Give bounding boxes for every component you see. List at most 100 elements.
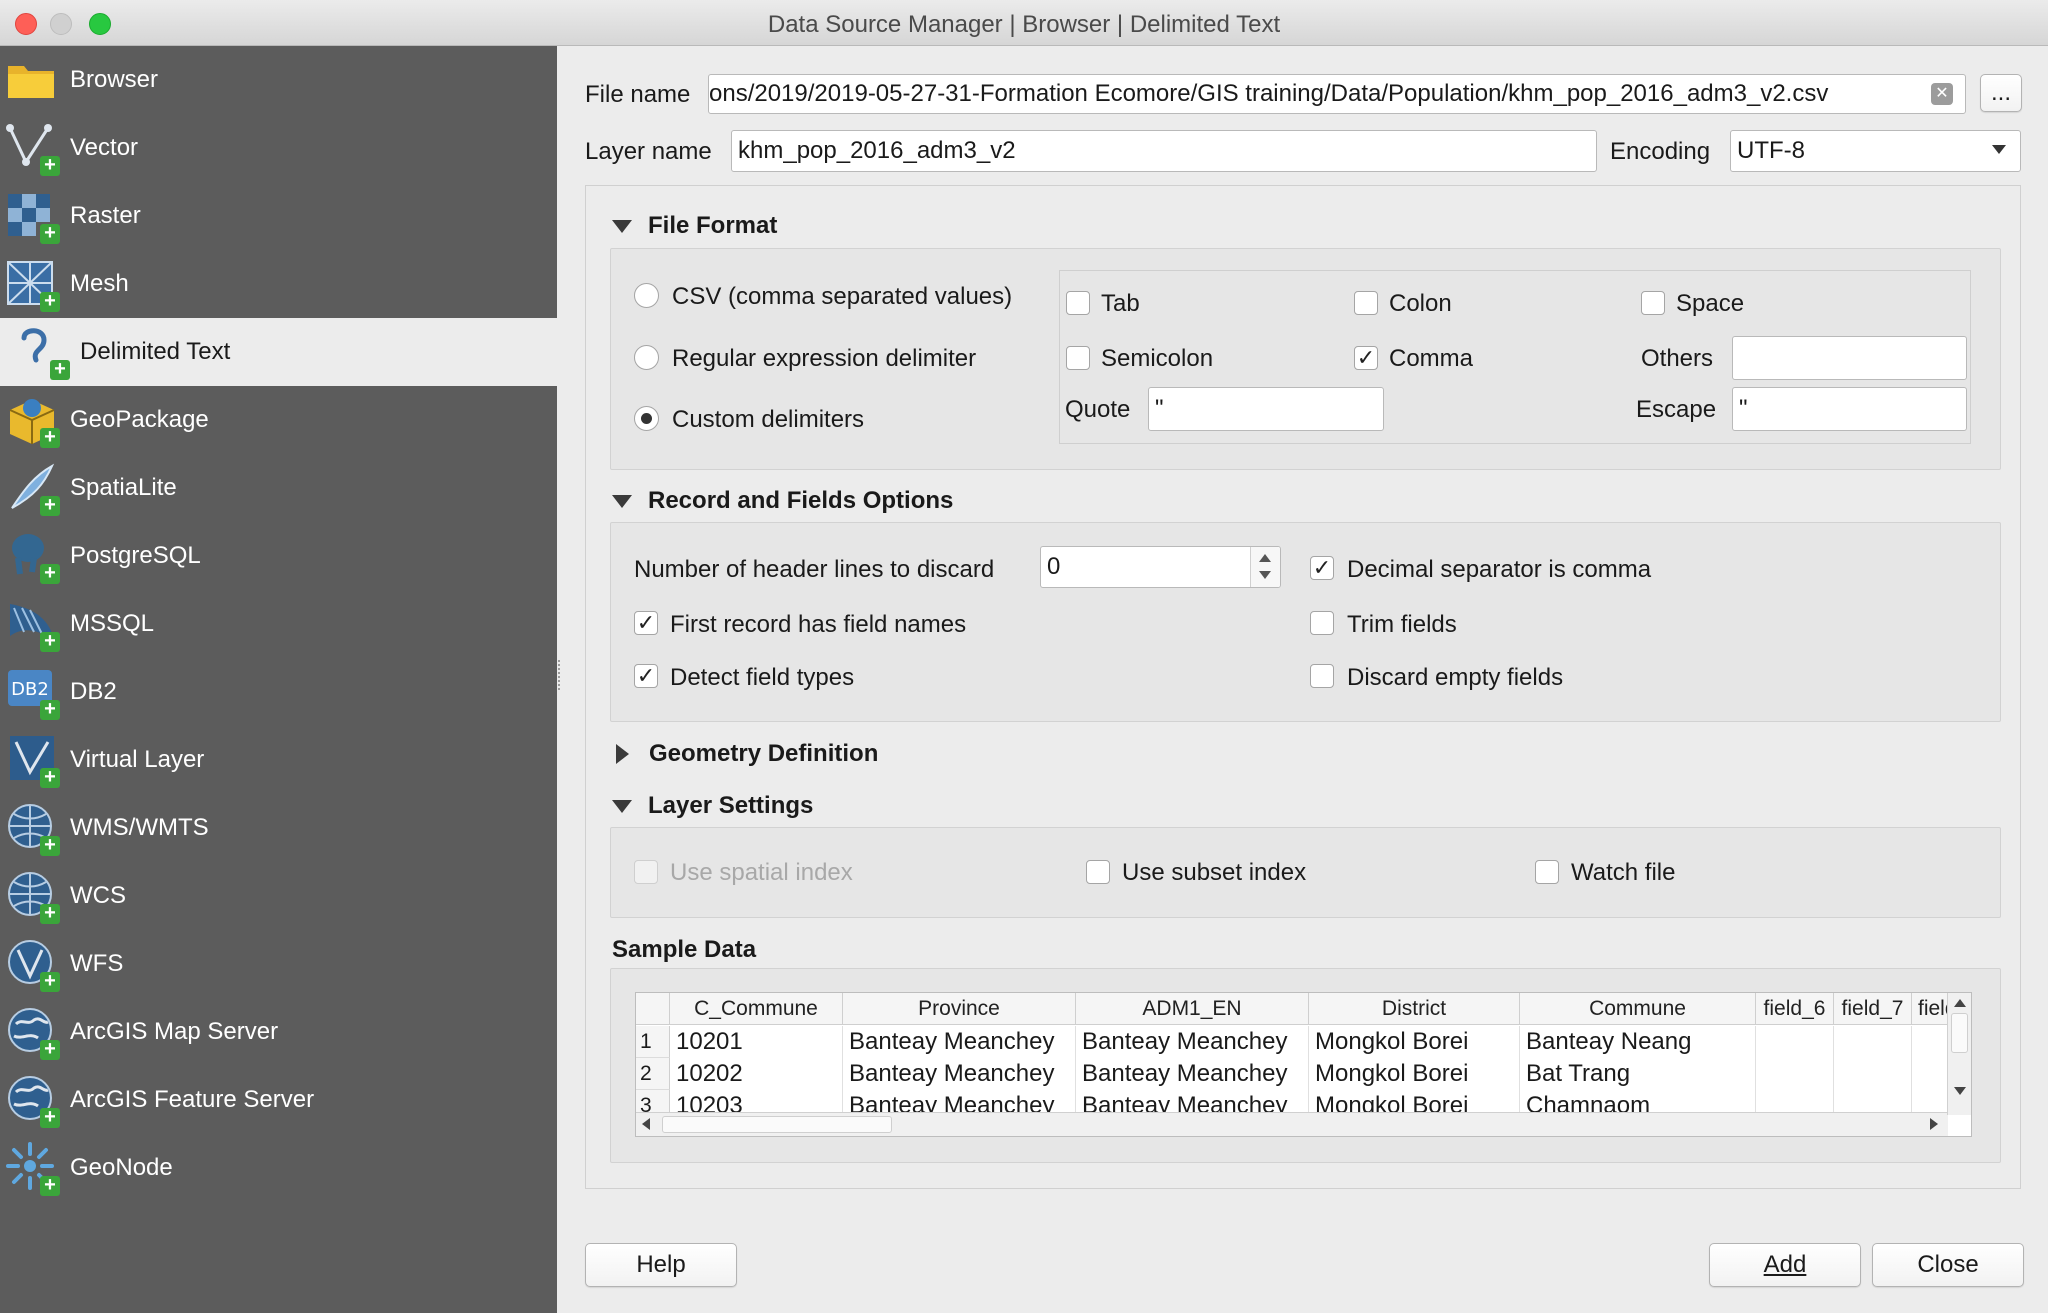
header-lines-value: 0 [1047, 553, 1061, 580]
layer-settings-header[interactable]: Layer Settings [612, 792, 813, 820]
add-plus-icon: + [40, 1039, 60, 1060]
table-cell: Banteay Meanchey [1076, 1058, 1309, 1090]
sidebar-item-label: PostgreSQL [70, 542, 201, 569]
table-cell [1756, 1026, 1834, 1058]
file-format-header[interactable]: File Format [612, 212, 777, 240]
spin-arrows-icon[interactable] [1250, 547, 1280, 587]
add-plus-icon: + [40, 495, 60, 516]
sidebar-item-label: GeoNode [70, 1154, 173, 1181]
sidebar-item-label: WMS/WMTS [70, 814, 209, 841]
geopackage-icon: + [4, 392, 60, 448]
discard-empty-checkbox[interactable] [1310, 664, 1334, 688]
horizontal-scrollbar[interactable] [636, 1112, 1948, 1136]
sidebar-item-delimited-text[interactable]: + Delimited Text [0, 318, 557, 386]
sidebar-item-spatialite[interactable]: + SpatiaLite [0, 454, 557, 522]
column-header[interactable]: Commune [1520, 993, 1756, 1025]
detect-types-label: Detect field types [670, 664, 855, 691]
others-input[interactable] [1732, 336, 1967, 380]
sidebar-item-browser[interactable]: Browser [0, 46, 557, 114]
custom-delimiters-radio[interactable] [634, 406, 659, 431]
file-name-input[interactable]: ons/2019/2019-05-27-31-Formation Ecomore… [708, 74, 1966, 114]
mesh-icon: + [4, 256, 60, 312]
help-button[interactable]: Help [585, 1243, 737, 1287]
csv-radio[interactable] [634, 283, 659, 308]
semicolon-checkbox[interactable] [1066, 346, 1090, 370]
quote-input[interactable]: " [1148, 387, 1384, 431]
sidebar-item-postgresql[interactable]: + PostgreSQL [0, 522, 557, 590]
vertical-scroll-thumb[interactable] [1951, 1013, 1968, 1053]
scroll-right-icon[interactable] [1930, 1118, 1938, 1130]
scroll-left-icon[interactable] [642, 1118, 650, 1130]
header-lines-spinbox[interactable]: 0 [1040, 546, 1281, 588]
sidebar-item-vector[interactable]: + Vector [0, 114, 557, 182]
add-plus-icon: + [40, 427, 60, 448]
clear-icon[interactable]: ✕ [1931, 83, 1953, 105]
table-cell: Banteay Neang [1520, 1026, 1756, 1058]
sidebar-item-db2[interactable]: DB2 + DB2 [0, 658, 557, 726]
comma-label: Comma [1389, 345, 1474, 372]
splitter-handle[interactable] [558, 660, 562, 690]
sidebar-item-virtual-layer[interactable]: + Virtual Layer [0, 726, 557, 794]
sidebar-item-label: Vector [70, 134, 139, 161]
tab-checkbox[interactable] [1066, 291, 1090, 315]
sidebar-item-wms-wmts[interactable]: + WMS/WMTS [0, 794, 557, 862]
subset-index-checkbox[interactable] [1086, 860, 1110, 884]
add-plus-icon: + [50, 359, 70, 380]
column-header[interactable]: field_7 [1834, 993, 1912, 1025]
sidebar-item-mesh[interactable]: + Mesh [0, 250, 557, 318]
sidebar-item-label: SpatiaLite [70, 474, 177, 501]
horizontal-scroll-thumb[interactable] [662, 1116, 892, 1133]
add-plus-icon: + [40, 1107, 60, 1128]
window-title: Data Source Manager | Browser | Delimite… [767, 11, 1281, 38]
scroll-down-icon[interactable] [1954, 1087, 1966, 1095]
trim-fields-checkbox[interactable] [1310, 611, 1334, 635]
sidebar-item-wcs[interactable]: + WCS [0, 862, 557, 930]
table-cell: Banteay Meanchey [1076, 1026, 1309, 1058]
svg-text:DB2: DB2 [11, 679, 49, 700]
file-name-value: ons/2019/2019-05-27-31-Formation Ecomore… [709, 80, 1829, 107]
sidebar-item-raster[interactable]: + Raster [0, 182, 557, 250]
column-header[interactable]: field_6 [1756, 993, 1834, 1025]
regex-radio[interactable] [634, 345, 659, 370]
watch-file-checkbox[interactable] [1535, 860, 1559, 884]
layer-settings-title: Layer Settings [648, 792, 814, 819]
column-header[interactable]: ADM1_EN [1076, 993, 1309, 1025]
decimal-comma-checkbox[interactable]: ✓ [1310, 556, 1334, 580]
table-corner [636, 993, 670, 1025]
add-button[interactable]: Add [1709, 1243, 1861, 1287]
geometry-header[interactable]: Geometry Definition [612, 740, 878, 768]
browse-button[interactable]: ... [1980, 74, 2022, 112]
space-checkbox[interactable] [1641, 291, 1665, 315]
encoding-select[interactable]: UTF-8 [1730, 130, 2021, 172]
detect-types-checkbox[interactable]: ✓ [634, 664, 658, 688]
comma-checkbox[interactable]: ✓ [1354, 346, 1378, 370]
sample-data-table[interactable]: C_Commune Province ADM1_EN District Comm… [635, 992, 1972, 1137]
escape-input[interactable]: " [1732, 387, 1967, 431]
add-plus-icon: + [40, 971, 60, 992]
vertical-scrollbar[interactable] [1947, 993, 1971, 1115]
column-header[interactable]: C_Commune [670, 993, 843, 1025]
vector-icon: + [4, 120, 60, 176]
column-header[interactable]: District [1309, 993, 1520, 1025]
arcgis-map-icon: + [4, 1004, 60, 1060]
sidebar-item-geonode[interactable]: + GeoNode [0, 1134, 557, 1202]
add-plus-icon: + [40, 903, 60, 924]
sidebar-item-arcgis-map-server[interactable]: + ArcGIS Map Server [0, 998, 557, 1066]
column-header[interactable]: Province [843, 993, 1076, 1025]
first-record-checkbox[interactable]: ✓ [634, 611, 658, 635]
sidebar-item-geopackage[interactable]: + GeoPackage [0, 386, 557, 454]
sidebar-item-wfs[interactable]: + WFS [0, 930, 557, 998]
file-name-label: File name [585, 81, 691, 108]
layer-name-input[interactable]: khm_pop_2016_adm3_v2 [731, 130, 1597, 172]
escape-label: Escape [1636, 396, 1717, 423]
subset-index-label: Use subset index [1122, 859, 1307, 886]
close-button[interactable]: Close [1872, 1243, 2024, 1287]
collapse-arrow-icon [612, 494, 632, 508]
sidebar-item-mssql[interactable]: + MSSQL [0, 590, 557, 658]
sidebar-item-label: DB2 [70, 678, 117, 705]
record-options-header[interactable]: Record and Fields Options [612, 487, 953, 515]
sidebar-item-arcgis-feature-server[interactable]: + ArcGIS Feature Server [0, 1066, 557, 1134]
spatial-index-label: Use spatial index [670, 859, 853, 886]
colon-checkbox[interactable] [1354, 291, 1378, 315]
scroll-up-icon[interactable] [1954, 999, 1966, 1007]
